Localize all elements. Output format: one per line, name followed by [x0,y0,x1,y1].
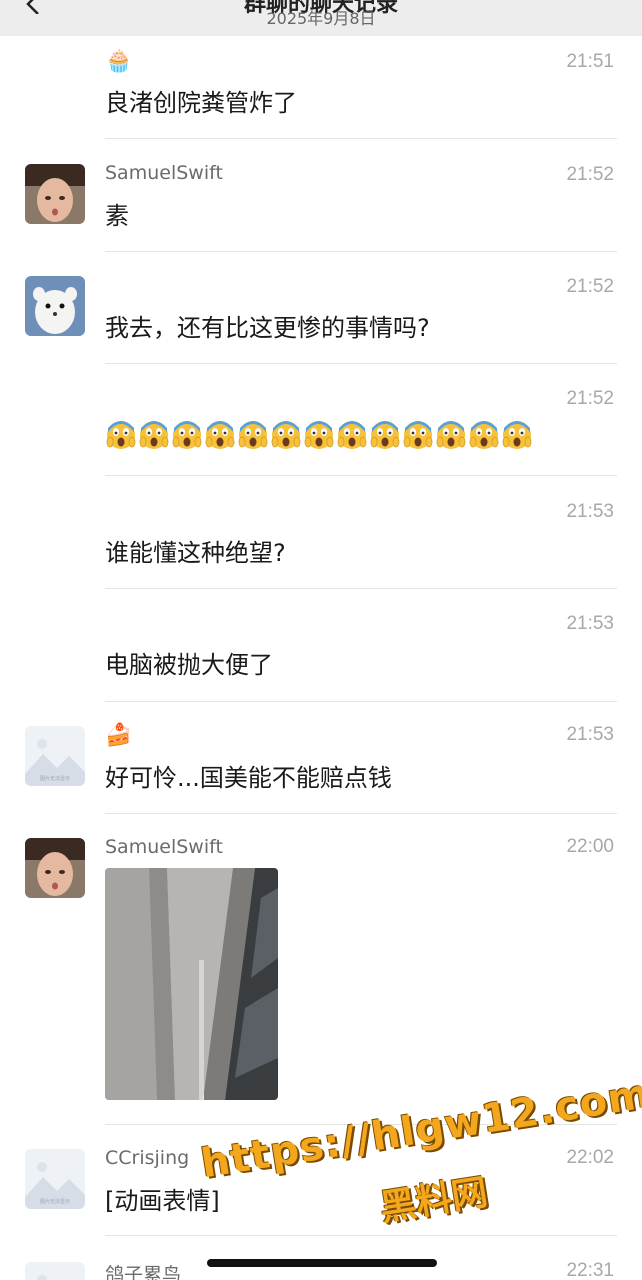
message-text[interactable]: 谁能懂这种绝望? [105,533,286,568]
face-screaming-icon [304,421,334,449]
message-time: 22:31 [566,1260,614,1280]
emoji-message[interactable] [105,418,533,450]
face-screaming-icon [271,421,301,449]
face-screaming-icon [139,421,169,449]
face-screaming-icon [370,421,400,449]
face-screaming-icon [436,421,466,449]
sender-nickname-emoji: 🍰 [105,723,133,748]
face-screaming-icon [106,421,136,449]
sender-name: CCrisjing [105,1147,190,1169]
message-time: 21:52 [566,276,614,297]
message-text[interactable]: [动画表情] [105,1181,220,1216]
avatar-placeholder[interactable]: 图片无法显示 [25,726,85,786]
ceiling-photo[interactable] [105,868,278,1100]
face-screaming-icon [205,421,235,449]
message-time: 22:02 [566,1147,614,1168]
message-time: 21:52 [566,388,614,409]
avatar-placeholder[interactable]: 图片无法显示 [25,1149,85,1209]
chat-history-header: 群聊的聊天记录 2025年9月8日 [0,0,642,36]
sender-name: SamuelSwift [105,162,223,184]
message-time: 22:00 [566,836,614,857]
face-screaming-icon [403,421,433,449]
message-divider [105,475,617,476]
more-options-icon[interactable] [584,0,614,6]
message-time: 21:53 [566,613,614,634]
message-divider [105,813,617,814]
message-time: 21:53 [566,501,614,522]
message-text[interactable]: 素 [105,196,129,231]
message-time: 21:53 [566,724,614,745]
avatar-samuelswift[interactable] [25,164,85,224]
message-time: 21:51 [566,51,614,72]
message-divider [105,138,617,139]
sender-nickname-emoji: 🧁 [105,49,133,74]
face-screaming-icon [469,421,499,449]
watermark-site-name: 黑料网 [377,1171,491,1230]
back-arrow-icon[interactable] [22,0,42,14]
message-divider [105,363,617,364]
message-divider [105,1235,617,1236]
svg-text:图片无法显示: 图片无法显示 [40,775,70,782]
message-text[interactable]: 我去，还有比这更惨的事情吗? [105,308,430,343]
message-divider [105,251,617,252]
avatar-placeholder[interactable] [25,1262,85,1280]
message-text[interactable]: 电脑被抛大便了 [105,645,273,680]
message-time: 21:52 [566,164,614,185]
sender-name: 鸽子累鸟 [105,1264,182,1280]
message-divider [105,588,617,589]
svg-text:图片无法显示: 图片无法显示 [40,1198,70,1205]
face-screaming-icon [337,421,367,449]
face-screaming-icon [238,421,268,449]
face-screaming-icon [172,421,202,449]
avatar-samuelswift[interactable] [25,838,85,898]
message-divider [105,701,617,702]
sender-name: SamuelSwift [105,836,223,858]
chat-date: 2025年9月8日 [266,9,376,28]
message-text[interactable]: 良渚创院粪管炸了 [105,83,297,118]
avatar-ermine[interactable] [25,276,85,336]
message-text[interactable]: 好可怜...国美能不能赔点钱 [105,758,392,793]
home-indicator[interactable] [207,1259,437,1267]
face-screaming-icon [502,421,532,449]
